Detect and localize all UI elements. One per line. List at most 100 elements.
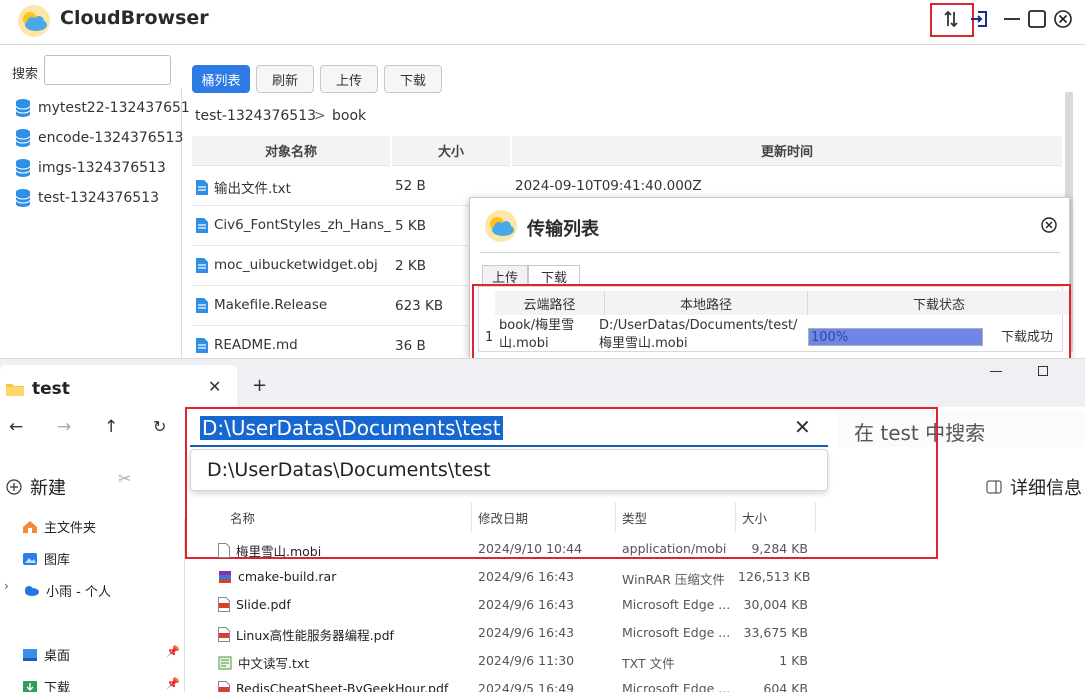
cloud-sun-logo-icon bbox=[16, 3, 52, 43]
nav-onedrive[interactable]: 小雨 - 个人 bbox=[22, 581, 111, 600]
back-icon[interactable]: ← bbox=[9, 417, 23, 437]
breadcrumb-folder[interactable]: book bbox=[332, 108, 366, 124]
file-row[interactable]: Slide.pdf 2024/9/6 16:43 Microsoft Edge … bbox=[210, 591, 830, 619]
logout-icon[interactable] bbox=[968, 8, 990, 30]
tab-test[interactable]: test ✕ bbox=[0, 365, 237, 407]
cut-icon[interactable]: ✂ bbox=[118, 469, 131, 488]
nav-desktop[interactable]: 桌面 bbox=[22, 645, 70, 664]
file-modified: 2024/9/6 16:43 bbox=[478, 597, 575, 612]
maximize-icon[interactable] bbox=[1026, 8, 1048, 30]
file-size: 36 B bbox=[395, 338, 426, 354]
file-name: cmake-build.rar bbox=[238, 569, 337, 584]
file-type: Microsoft Edge ... bbox=[622, 625, 731, 640]
highlight-box bbox=[472, 284, 1071, 362]
new-button[interactable]: 新建 bbox=[6, 474, 66, 500]
file-row[interactable]: 中文读写.txt 2024/9/6 11:30 TXT 文件 1 KB bbox=[210, 647, 830, 675]
bucket-label: test-1324376513 bbox=[38, 190, 160, 206]
nav-gallery[interactable]: 图库 bbox=[22, 549, 70, 568]
bucket-item[interactable]: encode-1324376513 bbox=[14, 127, 183, 149]
document-icon bbox=[196, 179, 208, 195]
column-header-size[interactable]: 大小 bbox=[734, 502, 816, 532]
close-icon[interactable] bbox=[1052, 8, 1074, 30]
up-icon[interactable]: ↑ bbox=[104, 417, 118, 437]
file-type: Microsoft Edge ... bbox=[622, 597, 731, 612]
desktop-icon bbox=[23, 648, 37, 661]
cloud-sun-logo-icon bbox=[483, 208, 519, 248]
refresh-icon[interactable]: ↻ bbox=[153, 417, 166, 436]
search-label: 搜索 bbox=[12, 67, 39, 82]
file-name: Slide.pdf bbox=[236, 597, 291, 612]
file-name: Linux高性能服务器编程.pdf bbox=[236, 628, 394, 643]
close-icon[interactable] bbox=[1040, 216, 1058, 238]
bucket-list-button[interactable]: 桶列表 bbox=[192, 65, 250, 93]
file-row[interactable]: cmake-build.rar 2024/9/6 16:43 WinRAR 压缩… bbox=[210, 563, 830, 591]
file-name: 输出文件.txt bbox=[214, 181, 291, 197]
details-button[interactable]: 详细信息 bbox=[986, 474, 1082, 500]
bucket-label: encode-1324376513 bbox=[38, 130, 184, 146]
bucket-item[interactable]: imgs-1324376513 bbox=[14, 157, 166, 179]
nav-home[interactable]: 主文件夹 bbox=[22, 517, 96, 536]
pin-icon[interactable]: 📌 bbox=[166, 645, 180, 658]
refresh-button[interactable]: 刷新 bbox=[256, 65, 314, 93]
plus-circle-icon bbox=[6, 479, 22, 495]
file-type: WinRAR 压缩文件 bbox=[622, 572, 725, 587]
expand-icon[interactable]: › bbox=[4, 579, 9, 593]
file-updated: 2024-09-10T09:41:40.000Z bbox=[515, 178, 702, 194]
pdf-icon bbox=[218, 597, 230, 612]
column-header-size[interactable]: 大小 bbox=[392, 136, 510, 166]
document-icon bbox=[196, 217, 208, 233]
forward-icon[interactable]: → bbox=[57, 417, 71, 437]
column-header-modified[interactable]: 修改日期 bbox=[470, 502, 616, 532]
database-icon bbox=[15, 129, 31, 147]
column-header-name[interactable]: 名称 bbox=[222, 502, 472, 532]
document-icon bbox=[196, 257, 208, 273]
file-row[interactable]: 梅里雪山.mobi 2024/9/10 10:44 application/mo… bbox=[210, 535, 830, 563]
file-modified: 2024/9/6 16:43 bbox=[478, 625, 575, 640]
close-tab-icon[interactable]: ✕ bbox=[208, 377, 221, 396]
new-label: 新建 bbox=[30, 478, 66, 499]
divider bbox=[480, 252, 1060, 253]
bucket-label: mytest22-132437651 bbox=[38, 100, 190, 116]
app-title: CloudBrowser bbox=[60, 7, 209, 29]
file-explorer-window: test ✕ + ← → ↑ ↻ D:\UserDatas\Documents\… bbox=[0, 358, 1085, 692]
upload-button[interactable]: 上传 bbox=[320, 65, 378, 93]
breadcrumb-bucket[interactable]: test-1324376513 bbox=[195, 108, 316, 124]
file-name: Makefile.Release bbox=[214, 297, 328, 313]
file-modified: 2024/9/5 16:49 bbox=[478, 681, 575, 692]
home-icon bbox=[23, 520, 37, 533]
column-header-name[interactable]: 对象名称 bbox=[192, 136, 390, 166]
file-size: 33,675 KB bbox=[743, 625, 808, 640]
file-name: RedisCheatSheet-ByGeekHour.pdf bbox=[236, 681, 449, 692]
bucket-item[interactable]: mytest22-132437651 bbox=[14, 97, 190, 119]
file-name: Civ6_FontStyles_zh_Hans_... bbox=[214, 217, 392, 233]
pdf-icon bbox=[218, 681, 230, 692]
bucket-label: imgs-1324376513 bbox=[38, 160, 166, 176]
search-input[interactable] bbox=[44, 55, 171, 85]
gallery-icon bbox=[23, 552, 37, 565]
folder-icon bbox=[6, 381, 24, 400]
download-button[interactable]: 下载 bbox=[384, 65, 442, 93]
file-row[interactable]: Linux高性能服务器编程.pdf 2024/9/6 16:43 Microso… bbox=[210, 619, 830, 647]
cloud-icon bbox=[25, 585, 39, 596]
file-modified: 2024/9/6 11:30 bbox=[478, 653, 575, 668]
minimize-icon[interactable] bbox=[1001, 8, 1023, 30]
pin-icon[interactable]: 📌 bbox=[166, 677, 180, 690]
nav-downloads[interactable]: 下载 bbox=[22, 677, 70, 692]
file-name: moc_uibucketwidget.obj bbox=[214, 257, 378, 273]
database-icon bbox=[15, 99, 31, 117]
minimize-icon[interactable] bbox=[990, 371, 1002, 372]
file-row[interactable]: RedisCheatSheet-ByGeekHour.pdf 2024/9/5 … bbox=[210, 675, 830, 692]
maximize-icon[interactable] bbox=[1038, 366, 1048, 376]
file-size: 126,513 KB bbox=[738, 569, 811, 584]
nav-label: 图库 bbox=[44, 553, 71, 568]
column-header-updated[interactable]: 更新时间 bbox=[512, 136, 1062, 166]
bucket-item[interactable]: test-1324376513 bbox=[14, 187, 159, 209]
tab-label: test bbox=[32, 379, 70, 399]
details-label: 详细信息 bbox=[1010, 478, 1082, 499]
file-size: 52 B bbox=[395, 178, 426, 194]
nav-label: 桌面 bbox=[44, 649, 71, 664]
divider bbox=[0, 44, 1085, 45]
new-tab-icon[interactable]: + bbox=[252, 375, 267, 396]
file-size: 604 KB bbox=[763, 681, 808, 692]
column-header-type[interactable]: 类型 bbox=[614, 502, 736, 532]
